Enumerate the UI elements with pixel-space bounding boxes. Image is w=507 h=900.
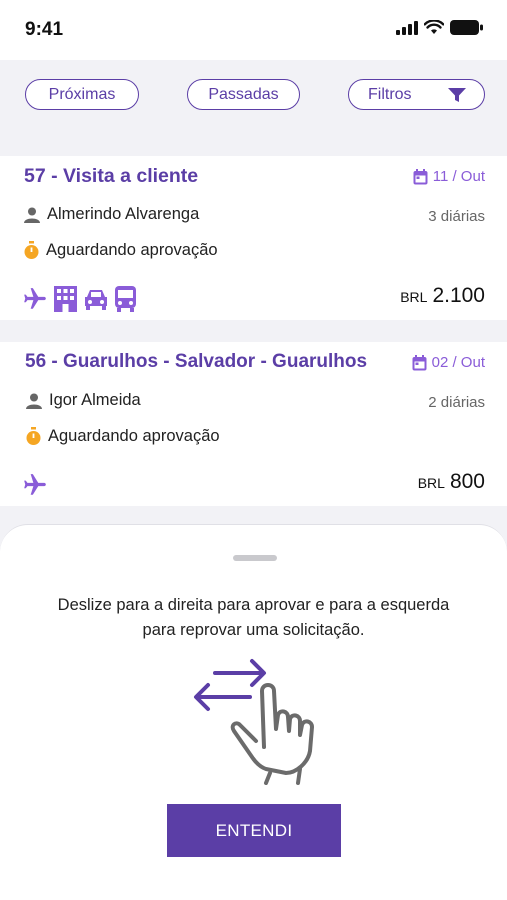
diarias-count: 3 diárias bbox=[428, 208, 485, 225]
amount-value: 800 bbox=[449, 470, 485, 493]
stopwatch-icon bbox=[26, 427, 41, 445]
calendar-icon bbox=[413, 168, 428, 184]
battery-icon bbox=[450, 20, 483, 35]
bus-icon bbox=[115, 286, 136, 312]
status-row: Aguardando aprovação bbox=[26, 427, 220, 446]
swipe-instruction: Deslize para a direita para aprovar e pa… bbox=[57, 596, 450, 639]
traveler-name: Almerindo Alvarenga bbox=[47, 205, 200, 223]
hotel-icon bbox=[54, 286, 77, 312]
entendi-button[interactable]: ENTENDI bbox=[167, 804, 341, 857]
request-card[interactable]: 57 - Visita a cliente 11 / Out Almerindo… bbox=[0, 156, 507, 320]
currency-label: BRL bbox=[400, 289, 428, 305]
request-card[interactable]: 56 - Guarulhos - Salvador - Guarulhos 02… bbox=[0, 342, 507, 506]
request-price: BRL 2.100 bbox=[400, 284, 485, 308]
currency-label: BRL bbox=[417, 475, 445, 491]
filter-proximas-button[interactable]: Próximas bbox=[25, 79, 139, 110]
wifi-icon bbox=[424, 20, 444, 34]
status-text: Aguardando aprovação bbox=[46, 241, 218, 259]
person-icon bbox=[26, 393, 42, 409]
travel-modes bbox=[22, 286, 137, 312]
amount-value: 2.100 bbox=[432, 284, 485, 307]
sheet-drag-handle[interactable] bbox=[233, 555, 277, 561]
person-icon bbox=[24, 207, 40, 223]
traveler-row: Almerindo Alvarenga bbox=[24, 205, 199, 224]
traveler-row: Igor Almeida bbox=[26, 391, 141, 410]
swipe-tutorial-sheet: Deslize para a direita para aprovar e pa… bbox=[0, 524, 507, 900]
status-time: 9:41 bbox=[25, 19, 64, 40]
request-date-text: 02 / Out bbox=[431, 354, 485, 371]
request-title: 57 - Visita a cliente bbox=[24, 165, 199, 187]
filter-passadas-label: Passadas bbox=[208, 85, 279, 103]
filter-proximas-label: Próximas bbox=[48, 85, 116, 103]
request-date-text: 11 / Out bbox=[432, 168, 485, 185]
car-icon bbox=[85, 290, 107, 310]
status-text: Aguardando aprovação bbox=[48, 427, 220, 445]
plane-icon bbox=[24, 474, 46, 495]
traveler-name: Igor Almeida bbox=[49, 391, 141, 409]
status-icons bbox=[396, 20, 483, 35]
diarias-count: 2 diárias bbox=[428, 394, 485, 411]
status-row: Aguardando aprovação bbox=[24, 241, 218, 260]
swipe-gesture-icon bbox=[194, 659, 314, 785]
filter-bar: Próximas Passadas Filtros bbox=[0, 60, 507, 155]
calendar-icon bbox=[412, 354, 427, 370]
filter-passadas-button[interactable]: Passadas bbox=[187, 79, 300, 110]
request-title: 56 - Guarulhos - Salvador - Guarulhos bbox=[25, 351, 368, 372]
filtros-button[interactable]: Filtros bbox=[348, 79, 485, 110]
request-date: 02 / Out bbox=[412, 354, 485, 371]
request-date: 11 / Out bbox=[413, 168, 485, 185]
plane-icon bbox=[24, 288, 46, 309]
request-price: BRL 800 bbox=[418, 470, 485, 494]
stopwatch-icon bbox=[24, 241, 39, 259]
signal-icon bbox=[396, 20, 418, 35]
filtros-label: Filtros bbox=[368, 85, 412, 103]
status-bar: 9:41 bbox=[0, 0, 507, 60]
funnel-icon bbox=[448, 88, 466, 102]
travel-modes bbox=[22, 472, 48, 498]
